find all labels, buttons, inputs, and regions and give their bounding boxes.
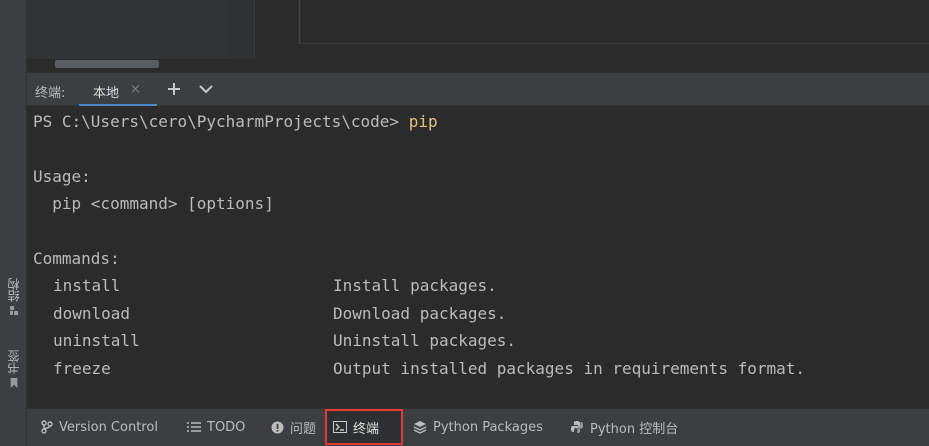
terminal-output[interactable]: PS C:\Users\cero\PycharmProjects\code> p… <box>27 106 929 408</box>
todo-label: TODO <box>207 419 246 435</box>
list-icon <box>187 422 201 432</box>
prompt-path: PS C:\Users\cero\PycharmProjects\code> <box>33 112 409 131</box>
command-desc: Uninstall packages. <box>333 331 517 350</box>
left-tool-strip: 结构 书签 <box>0 0 27 446</box>
structure-icon <box>9 306 18 315</box>
command-name: uninstall <box>53 331 140 350</box>
terminal-tab-local[interactable]: 本地 × <box>79 73 157 107</box>
python-console-button[interactable]: Python 控制台 <box>564 409 684 445</box>
command-desc: Download packages. <box>333 304 507 323</box>
editor-horizontal-scrollbar[interactable] <box>55 60 159 68</box>
bookmarks-label: 书签 <box>7 350 21 374</box>
editor-gutter-divider <box>227 0 255 60</box>
prompt-line: PS C:\Users\cero\PycharmProjects\code> p… <box>33 112 438 131</box>
bookmarks-tool-button[interactable]: 书签 <box>0 350 27 388</box>
editor-scroll-track <box>27 59 929 72</box>
python-console-label: Python 控制台 <box>590 421 679 437</box>
chevron-down-icon[interactable] <box>198 81 214 97</box>
problems-label: 问题 <box>290 421 317 437</box>
todo-button[interactable]: TODO <box>181 409 251 445</box>
plus-icon[interactable] <box>166 81 182 97</box>
branch-icon <box>41 420 53 434</box>
problems-button[interactable]: 问题 <box>265 409 322 445</box>
commands-header: Commands: <box>33 249 120 268</box>
prompt-command: pip <box>408 112 438 131</box>
python-packages-button[interactable]: Python Packages <box>407 409 549 445</box>
command-name: install <box>53 276 121 295</box>
usage-line: pip <command> [options] <box>33 194 274 213</box>
structure-label: 结构 <box>7 278 21 302</box>
editor-horizontal-divider <box>299 43 929 44</box>
terminal-title: 终端: <box>35 86 66 101</box>
terminal-tool-label: 终端 <box>353 421 380 437</box>
info-icon <box>271 421 284 433</box>
version-control-label: Version Control <box>59 419 158 435</box>
editor-split-divider <box>299 0 300 44</box>
command-desc: Install packages. <box>333 276 497 295</box>
layers-icon <box>413 421 427 434</box>
close-icon[interactable]: × <box>130 82 141 97</box>
structure-tool-button[interactable]: 结构 <box>0 278 27 316</box>
python-packages-label: Python Packages <box>433 419 543 435</box>
bottom-tool-bar: Version Control TODO 问题 终端 Python Packag… <box>27 408 929 446</box>
version-control-button[interactable]: Version Control <box>35 409 164 445</box>
terminal-header: 终端: 本地 × <box>27 72 929 107</box>
terminal-tab-label: 本地 <box>93 86 120 101</box>
command-name: download <box>53 304 131 323</box>
terminal-tool-button[interactable]: 终端 <box>325 409 403 445</box>
editor-area <box>27 0 929 72</box>
command-desc: Output installed packages in requirement… <box>333 359 806 378</box>
editor-gutter <box>27 0 227 60</box>
python-icon <box>571 421 583 433</box>
command-name: freeze <box>53 359 111 378</box>
usage-header: Usage: <box>33 167 91 186</box>
terminal-icon <box>333 421 347 433</box>
bookmark-icon <box>10 378 17 388</box>
